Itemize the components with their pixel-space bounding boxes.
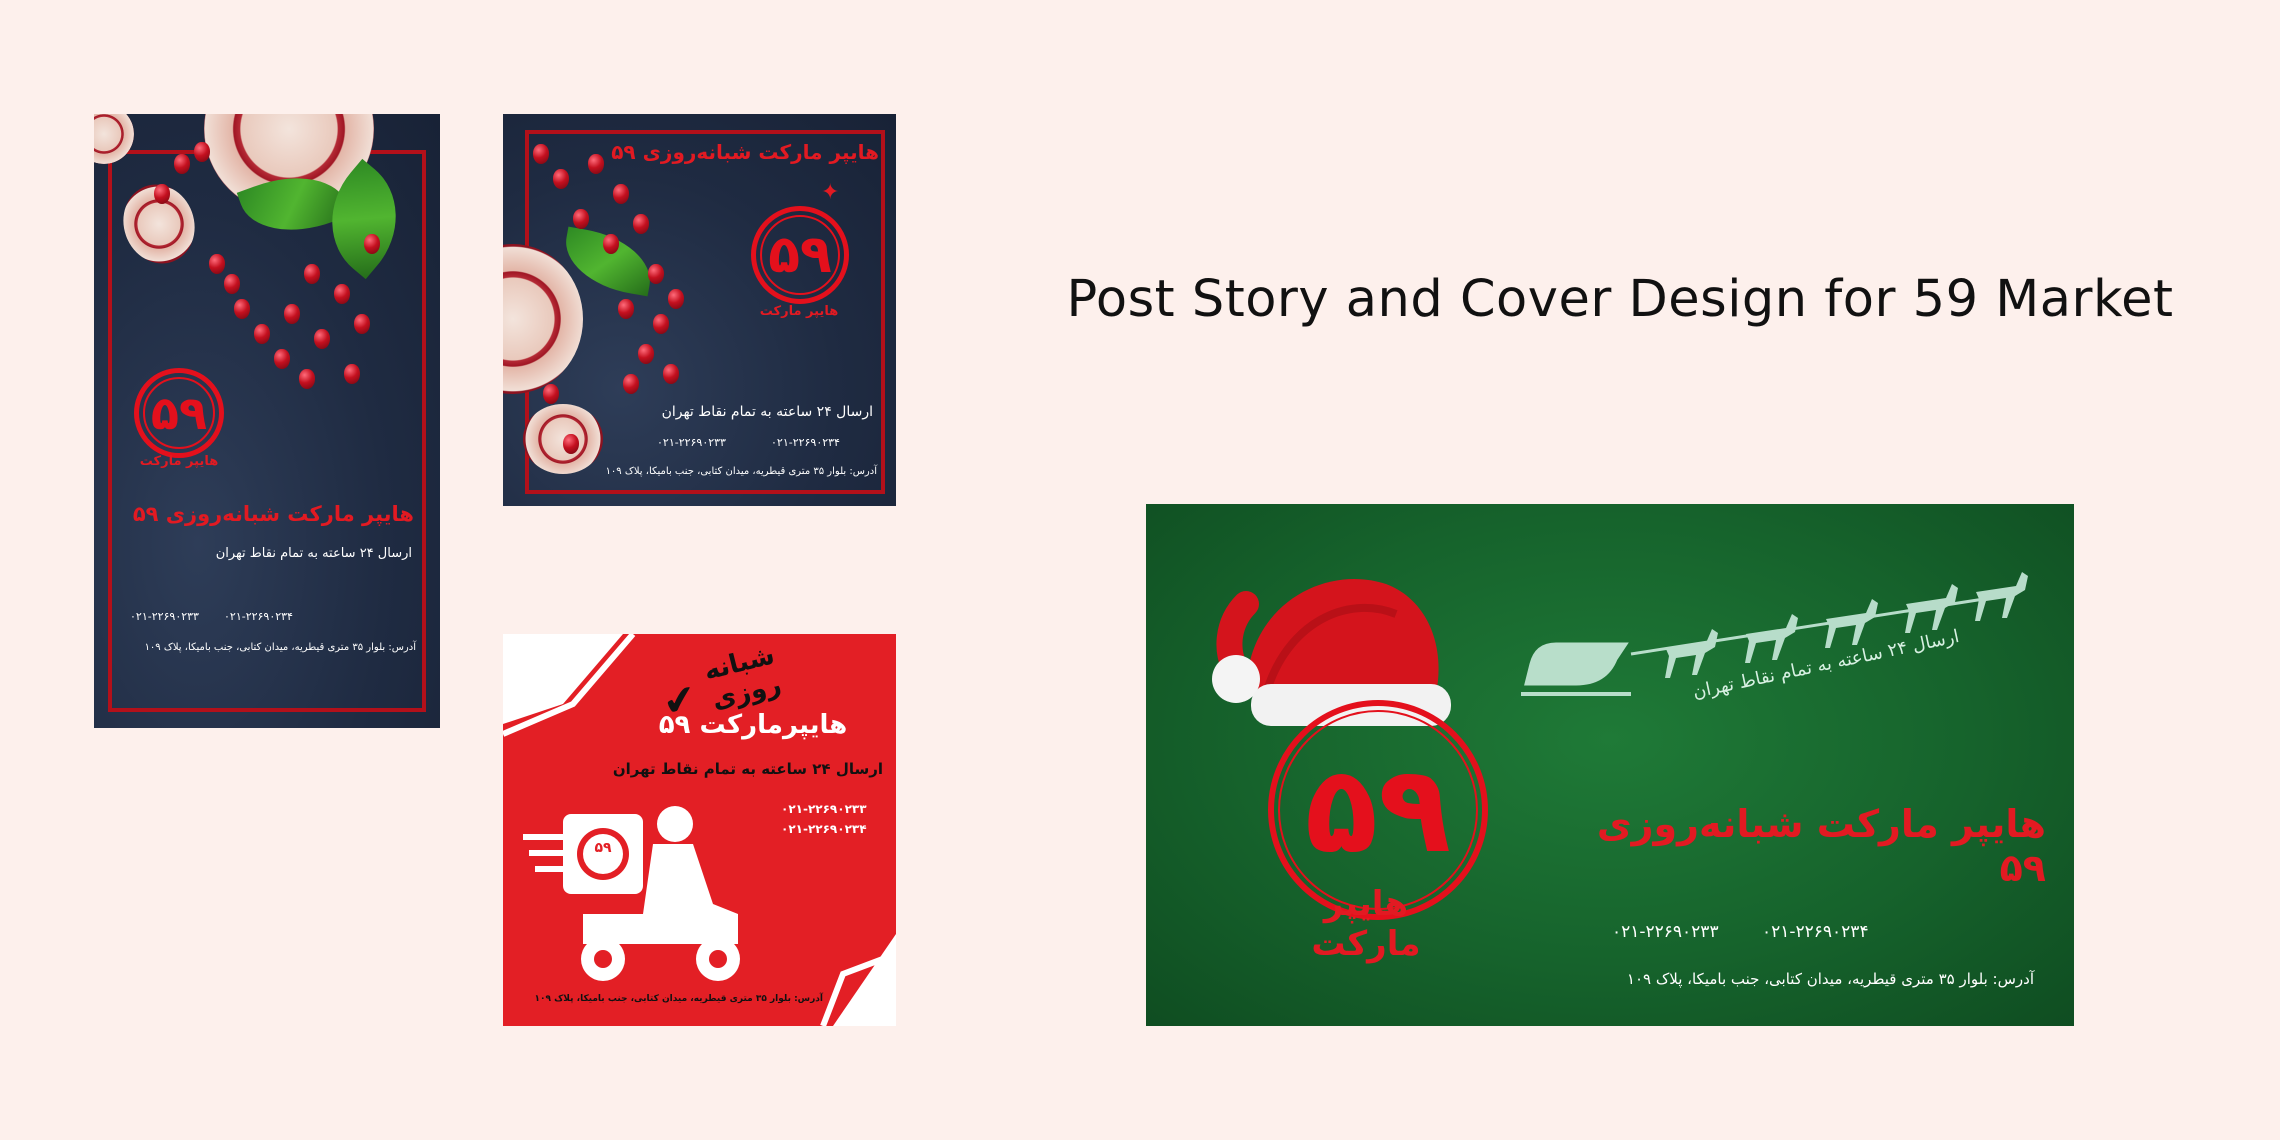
scooter-badge-number: ۵۹ bbox=[594, 840, 612, 856]
address: آدرس: بلوار ۳۵ متری قیطریه، میدان کتابی،… bbox=[144, 642, 416, 653]
brand-logo-number: ۵۹ bbox=[150, 386, 208, 440]
pomegranate-seed-icon bbox=[663, 364, 679, 384]
brand-logo-number: ۵۹ bbox=[1304, 740, 1452, 880]
pomegranate-seed-icon bbox=[623, 374, 639, 394]
red-card-phone-1: ۰۲۱-۲۲۶۹۰۲۳۴ bbox=[781, 822, 867, 836]
pomegranate-seed-icon bbox=[603, 234, 619, 254]
pomegranate-seed-icon bbox=[648, 264, 664, 284]
brand-name: هایپر مارکت شبانه‌روزی ۵۹ bbox=[1596, 802, 2046, 890]
brand-logo-number: ۵۹ bbox=[768, 225, 832, 285]
pomegranate-seed-icon bbox=[224, 274, 240, 294]
pomegranate-seed-icon bbox=[304, 264, 320, 284]
address: آدرس: بلوار ۳۵ متری قیطریه، میدان کتابی،… bbox=[1626, 970, 2034, 988]
red-card-title: هایپرمارکت ۵۹ bbox=[658, 710, 848, 740]
pomegranate-seed-icon bbox=[364, 234, 380, 254]
brand-logo: ۵۹ bbox=[134, 368, 224, 458]
phone-0: ۰۲۱-۲۲۶۹۰۲۳۳ bbox=[657, 436, 726, 449]
brand-name: هایپر مارکت شبانه‌روزی ۵۹ bbox=[611, 140, 879, 164]
pomegranate-seed-icon bbox=[533, 144, 549, 164]
pomegranate-seed-icon bbox=[254, 324, 270, 344]
pomegranate-seed-icon bbox=[284, 304, 300, 324]
post-design-card: هایپر مارکت شبانه‌روزی ۵۹ ۵۹ ✦ هایپر مار… bbox=[503, 114, 896, 506]
pomegranate-seed-icon bbox=[174, 154, 190, 174]
pomegranate-seed-icon bbox=[334, 284, 350, 304]
pomegranate-seed-icon bbox=[209, 254, 225, 274]
phone-1: ۰۲۱-۲۲۶۹۰۲۳۴ bbox=[1762, 922, 1869, 942]
star-ornament-icon: ✦ bbox=[821, 180, 840, 205]
pomegranate-seed-icon bbox=[563, 434, 579, 454]
brand-logo: ۵۹ bbox=[751, 206, 849, 304]
santa-hat-icon bbox=[1212, 578, 1451, 726]
pomegranate-seed-icon bbox=[638, 344, 654, 364]
brand-name: هایپر مارکت شبانه‌روزی ۵۹ bbox=[132, 502, 414, 526]
pomegranate-seed-icon bbox=[344, 364, 360, 384]
red-card-address: آدرس: بلوار ۳۵ متری قیطریه، میدان کتابی،… bbox=[534, 994, 823, 1004]
pomegranate-seed-icon bbox=[154, 184, 170, 204]
delivery-scooter-icon bbox=[523, 806, 740, 981]
address: آدرس: بلوار ۳۵ متری قیطریه، میدان کتابی،… bbox=[605, 466, 877, 477]
pomegranate-seed-icon bbox=[234, 299, 250, 319]
page-headline: Post Story and Cover Design for 59 Marke… bbox=[1066, 270, 2174, 329]
brand-sub-label: هایپر مارکت bbox=[1311, 884, 1421, 964]
delivery-line: ارسال ۲۴ ساعته به تمام نقاط تهران bbox=[661, 404, 873, 420]
pomegranate-seed-icon bbox=[668, 289, 684, 309]
pomegranate-seed-icon bbox=[633, 214, 649, 234]
pomegranate-seed-icon bbox=[653, 314, 669, 334]
brand-sub-label: هایپر مارکت bbox=[139, 454, 219, 469]
phone-0: ۰۲۱-۲۲۶۹۰۲۳۳ bbox=[130, 610, 199, 623]
pomegranate-seed-icon bbox=[573, 209, 589, 229]
red-card-delivery: ارسال ۲۴ ساعته به تمام نقاط تهران bbox=[612, 760, 883, 778]
pomegranate-seed-icon bbox=[194, 142, 210, 162]
delivery-post-card: شبانه روزی ✔ هایپرمارکت ۵۹ ارسال ۲۴ ساعت… bbox=[503, 634, 896, 1026]
phone-1: ۰۲۱-۲۲۶۹۰۲۳۴ bbox=[224, 610, 293, 623]
brand-sub-label: هایپر مارکت bbox=[759, 304, 839, 319]
pomegranate-seed-icon bbox=[274, 349, 290, 369]
pomegranate-seed-icon bbox=[618, 299, 634, 319]
pomegranate-seed-icon bbox=[613, 184, 629, 204]
pomegranate-seed-icon bbox=[588, 154, 604, 174]
phone-1: ۰۲۱-۲۲۶۹۰۲۳۴ bbox=[771, 436, 840, 449]
cover-design-card: ۵۹ هایپر مارکت ارسال ۲۴ ساعته به تمام نق… bbox=[1146, 504, 2074, 1026]
pomegranate-seed-icon bbox=[314, 329, 330, 349]
pomegranate-seed-icon bbox=[553, 169, 569, 189]
story-design-card: ۵۹ هایپر مارکت هایپر مارکت شبانه‌روزی ۵۹… bbox=[94, 114, 440, 728]
pomegranate-seed-icon bbox=[299, 369, 315, 389]
delivery-line: ارسال ۲۴ ساعته به تمام نقاط تهران bbox=[215, 546, 412, 561]
phone-0: ۰۲۱-۲۲۶۹۰۲۳۳ bbox=[1612, 922, 1719, 942]
pomegranate-seed-icon bbox=[354, 314, 370, 334]
red-card-phone-0: ۰۲۱-۲۲۶۹۰۲۳۳ bbox=[781, 802, 867, 816]
pomegranate-seed-icon bbox=[543, 384, 559, 404]
